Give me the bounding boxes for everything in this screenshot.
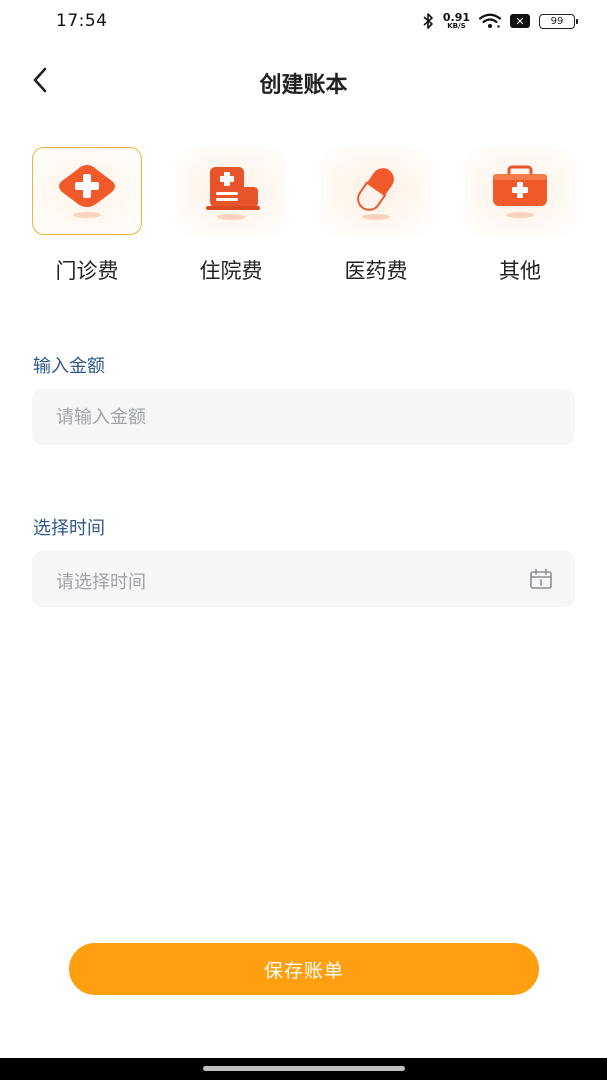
- amount-field[interactable]: [32, 389, 575, 445]
- outpatient-cross-icon: [59, 165, 115, 218]
- category-other[interactable]: 其他: [465, 147, 575, 287]
- category-tile: [465, 147, 575, 235]
- pill-capsule-icon: [357, 168, 394, 220]
- system-nav-bar: [0, 1058, 607, 1080]
- category-medicine[interactable]: 医药费: [321, 147, 431, 287]
- time-picker-field[interactable]: 请选择时间: [32, 551, 575, 607]
- category-outpatient[interactable]: 门诊费: [32, 147, 142, 287]
- time-placeholder: 请选择时间: [56, 572, 146, 593]
- page-title: 创建账本: [259, 73, 348, 98]
- status-time: 17:54: [56, 11, 108, 31]
- save-bill-button[interactable]: 保存账单: [69, 943, 539, 995]
- bluetooth-icon: [423, 13, 433, 29]
- time-label: 选择时间: [33, 518, 105, 539]
- amount-label: 输入金额: [33, 356, 105, 377]
- network-speed-unit: KB/S: [447, 22, 466, 30]
- category-label: 门诊费: [55, 259, 119, 283]
- home-indicator[interactable]: [203, 1066, 405, 1071]
- hospital-icon: [206, 167, 260, 220]
- wifi-icon: [479, 13, 501, 28]
- status-bar: 17:54 0.91 KB/S ✕ 99: [0, 0, 607, 42]
- category-selector: 门诊费 住院费 医药费 其他: [32, 147, 575, 287]
- status-icons: 0.91 KB/S ✕ 99: [422, 11, 578, 31]
- category-label: 住院费: [199, 259, 263, 283]
- battery-level: 99: [550, 15, 564, 27]
- category-tile: [32, 147, 142, 235]
- first-aid-kit-icon: [493, 165, 547, 218]
- header: 创建账本: [0, 50, 607, 110]
- category-tile: [321, 147, 431, 235]
- category-label: 其他: [499, 259, 541, 283]
- close-badge-icon: ✕: [510, 14, 530, 28]
- calendar-icon[interactable]: [529, 568, 553, 590]
- category-tile: [176, 147, 286, 235]
- category-hospitalization[interactable]: 住院费: [176, 147, 286, 287]
- network-speed: 0.91 KB/S: [443, 12, 470, 30]
- battery-icon: 99: [539, 13, 578, 29]
- amount-input[interactable]: [56, 389, 496, 445]
- category-label: 医药费: [344, 259, 408, 283]
